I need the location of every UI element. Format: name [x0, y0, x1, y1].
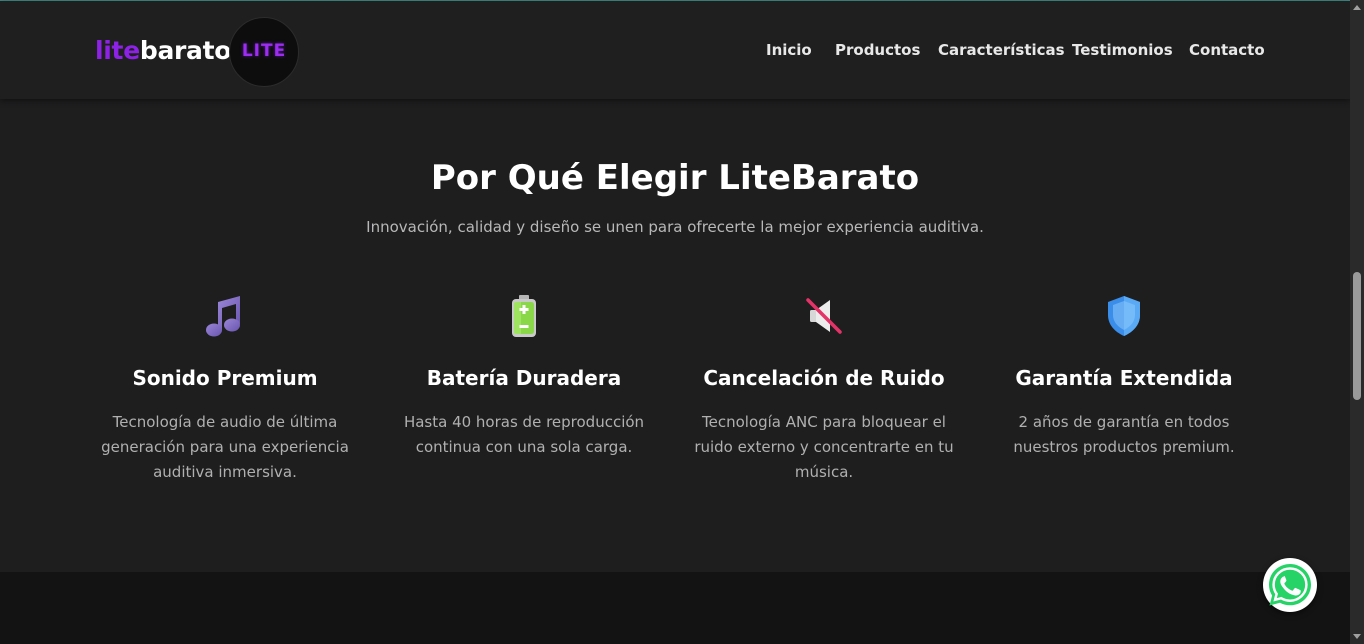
music-notes-icon: [95, 292, 355, 340]
scroll-up-arrow-icon[interactable]: [1353, 5, 1361, 10]
scrollbar[interactable]: [1350, 0, 1364, 644]
brand-logo-text[interactable]: litebarato: [95, 36, 231, 65]
site-header: litebarato LITE Inicio Productos Caracte…: [0, 1, 1350, 99]
feature-title: Cancelación de Ruido: [703, 366, 945, 390]
logo-badge[interactable]: LITE: [229, 17, 299, 87]
scroll-down-arrow-icon[interactable]: [1353, 634, 1361, 639]
feature-card-cancelacion: Cancelación de Ruido Tecnología ANC para…: [694, 292, 954, 485]
section-subtitle: Innovación, calidad y diseño se unen par…: [366, 218, 984, 236]
brand-lite: lite: [95, 36, 140, 65]
feature-description: 2 años de garantía en todos nuestros pro…: [1013, 413, 1235, 456]
page: litebarato LITE Inicio Productos Caracte…: [0, 0, 1364, 644]
battery-icon: [394, 292, 654, 340]
whatsapp-button[interactable]: [1263, 558, 1317, 612]
feature-title: Sonido Premium: [132, 366, 318, 390]
brand-barato: barato: [139, 36, 232, 65]
feature-card-garantia: Garantía Extendida 2 años de garantía en…: [994, 292, 1254, 460]
nav-productos[interactable]: Productos: [835, 41, 920, 59]
nav-inicio[interactable]: Inicio: [766, 41, 812, 59]
scrollbar-thumb[interactable]: [1353, 272, 1361, 400]
feature-title: Garantía Extendida: [1015, 366, 1233, 390]
muted-speaker-icon: [694, 292, 954, 340]
section-title: Por Qué Elegir LiteBarato: [430, 158, 920, 198]
next-section-band: [0, 572, 1350, 644]
whatsapp-icon: [1269, 564, 1311, 606]
shield-icon: [994, 292, 1254, 340]
nav-caracteristicas[interactable]: Características: [938, 41, 1065, 59]
logo-badge-text: LITE: [241, 41, 287, 61]
nav-contacto[interactable]: Contacto: [1189, 41, 1265, 59]
nav-testimonios[interactable]: Testimonios: [1072, 41, 1173, 59]
feature-description: Tecnología de audio de última generación…: [101, 413, 349, 481]
feature-card-bateria: Batería Duradera Hasta 40 horas de repro…: [394, 292, 654, 460]
feature-title: Batería Duradera: [426, 366, 622, 390]
feature-card-sonido: Sonido Premium Tecnología de audio de úl…: [95, 292, 355, 485]
feature-description: Hasta 40 horas de reproducción continua …: [403, 413, 645, 456]
feature-description: Tecnología ANC para bloquear el ruido ex…: [694, 413, 954, 481]
